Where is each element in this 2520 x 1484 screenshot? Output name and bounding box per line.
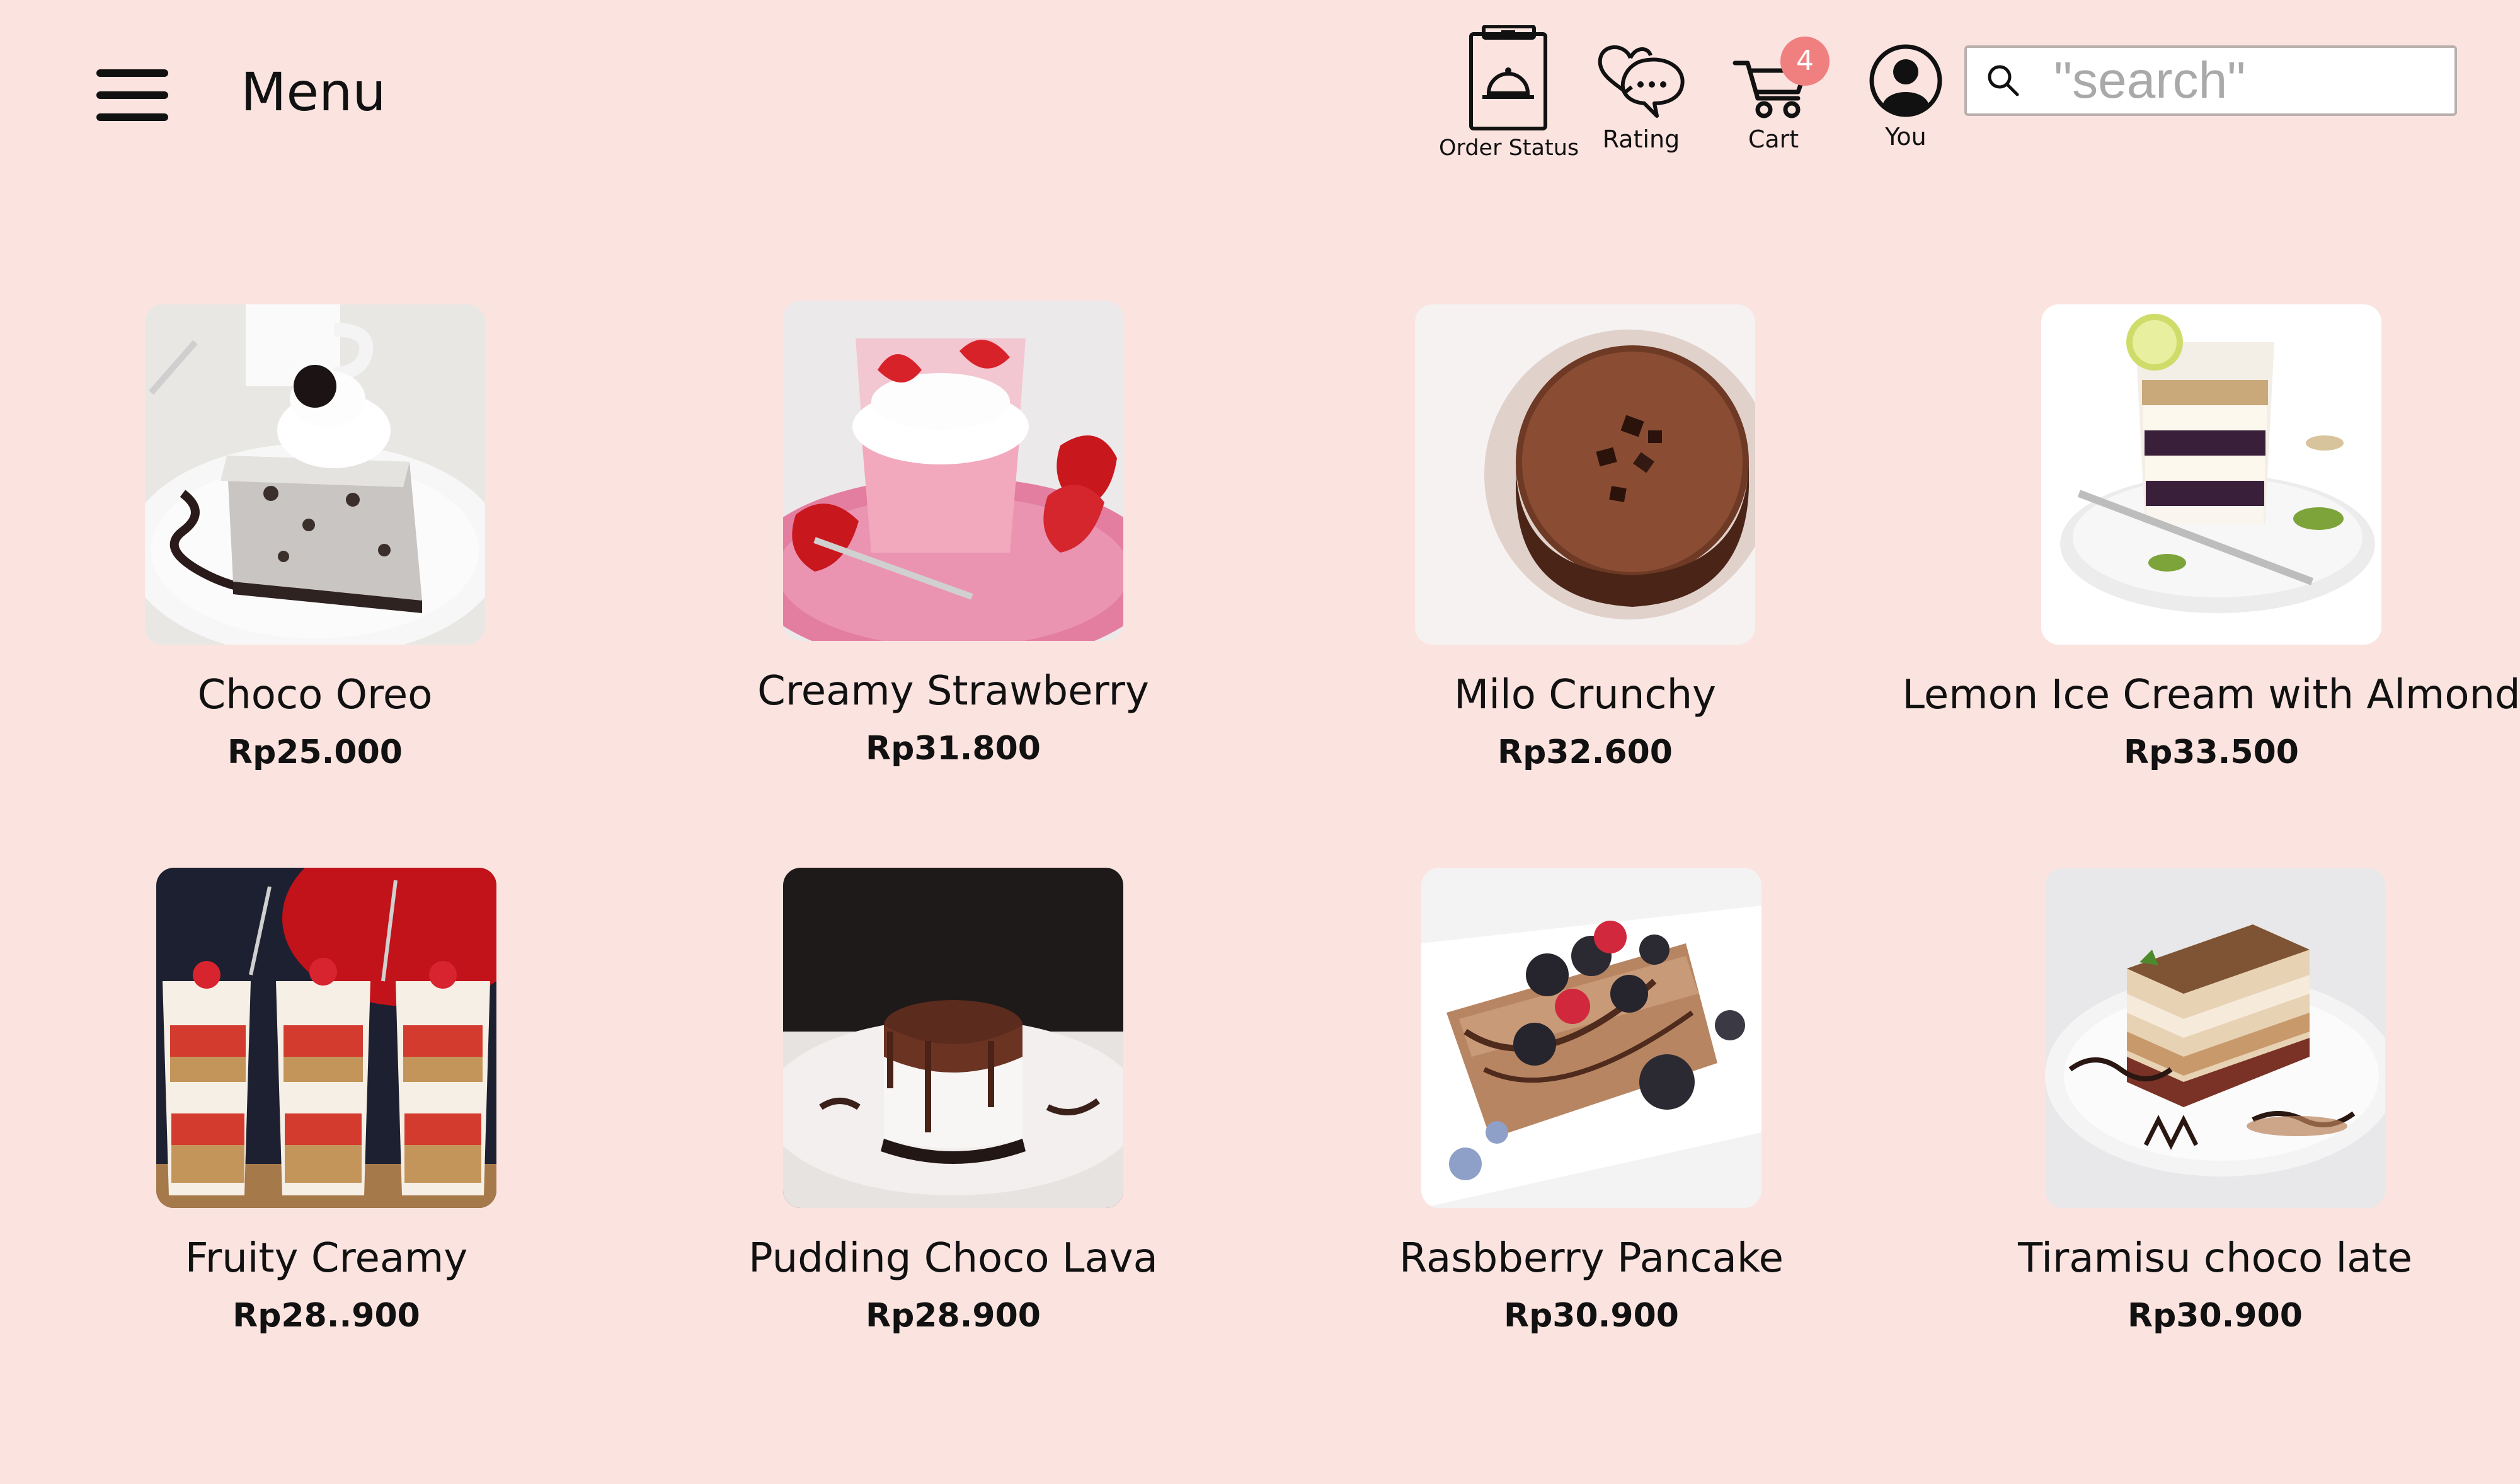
product-name: Rasbberry Pancake [1399,1235,1784,1282]
product-image [156,868,496,1208]
product-image [2041,304,2381,645]
search-input[interactable] [2054,51,2432,110]
nav-order-status[interactable]: Order Status [1439,25,1579,159]
search-bar[interactable] [1964,45,2457,116]
hamburger-icon [96,69,168,77]
product-name: Fruity Creamy [185,1235,468,1282]
nav-order-status-label: Order Status [1439,135,1579,161]
product-image [1415,304,1755,645]
product-card[interactable]: Tiramisu choco late Rp30.900 [1919,868,2511,1334]
product-price: Rp33.500 [2124,733,2299,771]
product-price: Rp25.000 [227,733,403,771]
product-card[interactable]: Fruity Creamy Rp28..900 [30,868,622,1334]
cart-count-badge: 4 [1780,37,1830,86]
product-name: Lemon Ice Cream with Almond [1902,672,2520,718]
product-price: Rp28..900 [232,1296,420,1335]
product-price: Rp28.900 [866,1296,1041,1335]
order-status-icon [1469,25,1548,130]
product-card[interactable]: Lemon Ice Cream with Almond Rp33.500 [1902,304,2520,771]
product-price: Rp30.900 [2128,1296,2303,1335]
product-price: Rp31.800 [866,729,1041,768]
nav-rating-label: Rating [1602,125,1680,153]
user-icon [1869,44,1942,117]
product-card[interactable]: Milo Crunchy Rp32.600 [1289,304,1881,771]
product-price: Rp32.600 [1498,733,1673,771]
product-image [145,304,485,645]
product-image [783,868,1123,1208]
product-name: Choco Oreo [197,672,433,718]
product-name: Creamy Strawberry [757,668,1149,715]
product-price: Rp30.900 [1504,1296,1679,1335]
nav-profile-label: You [1885,123,1927,151]
product-card[interactable]: Pudding Choco Lava Rp28.900 [657,868,1249,1334]
product-card[interactable]: Creamy Strawberry Rp31.800 [657,301,1249,767]
nav-cart-label: Cart [1748,125,1799,153]
rating-icon [1598,45,1685,118]
product-image [783,301,1123,641]
hamburger-menu-button[interactable] [96,69,168,121]
product-image [1421,868,1761,1208]
nav-cart[interactable]: 4 Cart [1732,37,1830,153]
page-title: Menu [241,61,386,123]
nav-profile[interactable]: You [1868,43,1944,149]
search-icon [1988,65,2019,96]
product-name: Milo Crunchy [1453,672,1717,718]
product-name: Tiramisu choco late [2018,1235,2412,1282]
product-name: Pudding Choco Lava [748,1235,1158,1282]
product-card[interactable]: Choco Oreo Rp25.000 [19,304,611,771]
product-image [2045,868,2385,1208]
product-card[interactable]: Rasbberry Pancake Rp30.900 [1295,868,1887,1334]
nav-rating[interactable]: Rating [1594,38,1688,151]
